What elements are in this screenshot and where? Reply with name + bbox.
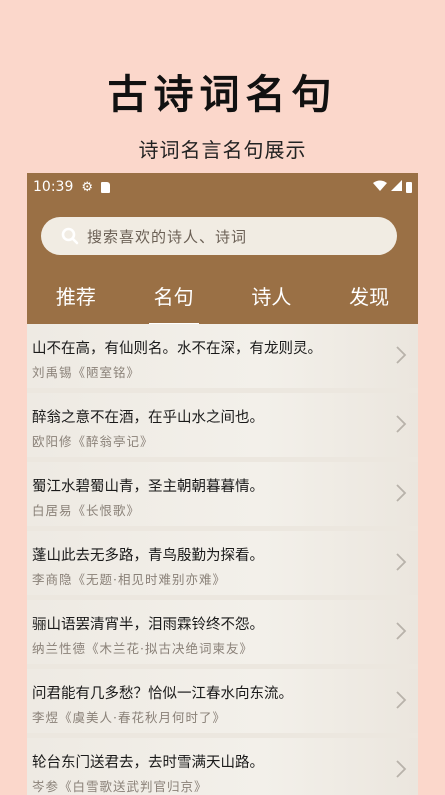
- battery-icon: [406, 181, 412, 193]
- quote-text: 蓬山此去无多路，青鸟殷勤为探看。: [32, 548, 264, 564]
- tab-bar: 推荐 名句 诗人 发现: [27, 279, 418, 326]
- wifi-icon: [373, 180, 387, 194]
- tab-quotes[interactable]: 名句: [125, 279, 223, 326]
- app-title: 古诗词名句: [107, 71, 338, 118]
- tab-poets[interactable]: 诗人: [223, 279, 321, 324]
- list-item[interactable]: 轮台东门送君去，去时雪满天山路。 岑参《白雪歌送武判官归京》: [27, 738, 418, 795]
- search-placeholder: 搜索喜欢的诗人、诗词: [87, 227, 248, 246]
- app-subtitle: 诗词名言名句展示: [138, 138, 307, 162]
- sd-card-icon: [101, 181, 111, 193]
- list-item[interactable]: 骊山语罢清宵半，泪雨霖铃终不怨。 纳兰性德《木兰花·拟古决绝词柬友》: [27, 600, 418, 664]
- quote-list: 山不在高，有仙则名。水不在深，有龙则灵。 刘禹锡《陋室铭》 醉翁之意不在酒，在乎…: [27, 324, 418, 795]
- chevron-right-icon: [396, 622, 407, 640]
- quote-source: 刘禹锡《陋室铭》: [32, 365, 141, 380]
- quote-text: 问君能有几多愁？恰似一江春水向东流。: [32, 686, 293, 702]
- chevron-right-icon: [396, 484, 407, 502]
- quote-text: 蜀江水碧蜀山青，圣主朝朝暮暮情。: [32, 479, 264, 495]
- tab-discover[interactable]: 发现: [320, 279, 418, 324]
- quote-text: 醉翁之意不在酒，在乎山水之间也。: [32, 410, 264, 426]
- signal-icon: [391, 180, 402, 194]
- gear-icon: ⚙: [81, 179, 94, 195]
- list-item[interactable]: 蜀江水碧蜀山青，圣主朝朝暮暮情。 白居易《长恨歌》: [27, 462, 418, 526]
- status-time: 10:39: [33, 179, 74, 195]
- chevron-right-icon: [396, 691, 407, 709]
- status-bar: 10:39 ⚙: [27, 173, 418, 201]
- chevron-right-icon: [396, 553, 407, 571]
- quote-source: 李煜《虞美人·春花秋月何时了》: [32, 710, 226, 725]
- quote-source: 白居易《长恨歌》: [32, 503, 141, 518]
- quote-source: 纳兰性德《木兰花·拟古决绝词柬友》: [32, 641, 253, 656]
- list-item[interactable]: 问君能有几多愁？恰似一江春水向东流。 李煜《虞美人·春花秋月何时了》: [27, 669, 418, 733]
- tab-recommend[interactable]: 推荐: [27, 279, 125, 324]
- phone-screen: 10:39 ⚙ 搜索喜欢的诗人、诗词 推荐 名句 诗人 发现 山不在高，有仙则名…: [27, 173, 418, 795]
- chevron-right-icon: [396, 415, 407, 433]
- quote-source: 欧阳修《醉翁亭记》: [32, 434, 154, 449]
- quote-source: 岑参《白雪歌送武判官归京》: [32, 779, 208, 794]
- search-input[interactable]: 搜索喜欢的诗人、诗词: [41, 217, 397, 255]
- header: 搜索喜欢的诗人、诗词 推荐 名句 诗人 发现: [27, 201, 418, 326]
- search-icon: [55, 221, 85, 251]
- quote-source: 李商隐《无题·相见时难别亦难》: [32, 572, 226, 587]
- quote-text: 轮台东门送君去，去时雪满天山路。: [32, 755, 264, 771]
- list-item[interactable]: 醉翁之意不在酒，在乎山水之间也。 欧阳修《醉翁亭记》: [27, 393, 418, 457]
- quote-text: 山不在高，有仙则名。水不在深，有龙则灵。: [32, 341, 322, 357]
- chevron-right-icon: [396, 346, 407, 364]
- quote-text: 骊山语罢清宵半，泪雨霖铃终不怨。: [32, 617, 264, 633]
- chevron-right-icon: [396, 760, 407, 778]
- list-item[interactable]: 山不在高，有仙则名。水不在深，有龙则灵。 刘禹锡《陋室铭》: [27, 324, 418, 388]
- list-item[interactable]: 蓬山此去无多路，青鸟殷勤为探看。 李商隐《无题·相见时难别亦难》: [27, 531, 418, 595]
